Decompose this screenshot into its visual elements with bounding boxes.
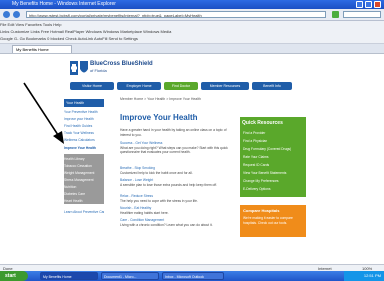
quick-resources-header: Quick Resources xyxy=(242,120,283,126)
sidebar-subitem[interactable]: Nutrition xyxy=(64,185,104,189)
section-text: Customized help to kick the habit once a… xyxy=(120,170,193,175)
topnav-item[interactable]: Benefit Info xyxy=(252,82,292,90)
links-bar[interactable]: Links Customize Links Free Hotmail RealP… xyxy=(0,28,384,35)
maximize-button[interactable] xyxy=(365,1,372,8)
sidebar-item[interactable]: Learn About Preventive Care xyxy=(64,210,104,214)
sidebar-item[interactable]: Wellness Calculators xyxy=(64,138,104,142)
section-block: Nourish - Eat Healthy Healthier eating h… xyxy=(120,206,230,215)
go-icon[interactable] xyxy=(332,11,339,18)
section-block: Relax - Reduce Stress The help you need … xyxy=(120,194,230,203)
sidebar-item[interactable]: Your Preventive Health xyxy=(64,110,104,114)
sidebar-item[interactable]: Improve your Health xyxy=(64,117,104,121)
sidebar-subitem[interactable]: Weight Management xyxy=(64,171,104,175)
section-text: Healthier eating habits start here. xyxy=(120,210,169,215)
windows-taskbar: start My Benefits Home Document1 - Micro… xyxy=(0,271,384,281)
section-block: Breathe - Stop Smoking Customized help t… xyxy=(120,166,230,175)
sidebar-item-active[interactable]: Improve Your Health xyxy=(64,146,104,150)
brand-name: BlueCross BlueShield xyxy=(90,61,153,67)
quick-resource-link[interactable]: Drug Formulary (Covered Drugs) xyxy=(243,147,291,151)
compare-hospitals-panel[interactable]: Compare Hospitals We're making it easier… xyxy=(240,205,306,237)
tab-row: My Benefits Home xyxy=(0,44,384,54)
tab-my-benefits[interactable]: My Benefits Home xyxy=(12,45,72,53)
search-input[interactable] xyxy=(343,11,381,18)
sidebar-item[interactable]: Track Your Wellness xyxy=(64,131,104,135)
topnav-item[interactable]: Member Resources xyxy=(201,82,249,90)
cross-shield-icon xyxy=(70,61,88,75)
compare-text: We're making it easier to compare hospit… xyxy=(243,216,293,225)
start-button[interactable]: start xyxy=(0,271,28,281)
taskbar-item[interactable]: Inbox - Microsoft Outlook xyxy=(162,272,224,280)
section-text: The help you need to cope with the stres… xyxy=(120,198,198,203)
back-icon[interactable] xyxy=(3,11,10,18)
intro-text: Have a greater hand in your health by ta… xyxy=(120,128,227,137)
close-button[interactable] xyxy=(374,1,381,8)
topnav-item[interactable]: Find Doctor xyxy=(164,82,198,90)
section-text: A sensible plan to lose those extra poun… xyxy=(120,182,218,187)
sidebar-subitem[interactable]: Health Library xyxy=(64,157,104,161)
compare-header: Compare Hospitals xyxy=(243,208,280,213)
google-toolbar[interactable]: Google G- Go Bookmarks 0 blocked Check A… xyxy=(0,35,384,44)
quick-resources-panel: Quick Resources Find a Provider Find a P… xyxy=(240,117,306,197)
section-text: What are you doing right? What steps can… xyxy=(120,145,228,155)
window-title: My Benefits Home - Windows Internet Expl… xyxy=(12,1,116,7)
section-block: Care - Condition Management Living with … xyxy=(120,218,230,227)
quick-resource-link[interactable]: View Your Benefit Statements xyxy=(243,171,286,175)
forward-icon[interactable] xyxy=(13,11,20,18)
bcbs-logo: BlueCross BlueShield of Florida xyxy=(70,60,153,76)
sidebar-subitem[interactable]: Stress Management xyxy=(64,178,104,182)
sidebar-item[interactable]: Find Health Guides xyxy=(64,124,104,128)
minimize-button[interactable] xyxy=(356,1,363,8)
topnav-item[interactable]: Visitor Home xyxy=(70,82,114,90)
quick-resource-link[interactable]: Request ID Cards xyxy=(243,163,269,167)
menu-bar[interactable]: File Edit View Favorites Tools Help xyxy=(0,21,384,28)
window-title-bar: My Benefits Home - Windows Internet Expl… xyxy=(0,0,384,9)
quick-resource-link[interactable]: Change My Preferences xyxy=(243,179,279,183)
taskbar-item[interactable]: My Benefits Home xyxy=(40,272,98,280)
address-input[interactable]: http://www.rstest.bcbsfl.com/portal/priv… xyxy=(26,11,326,18)
sidebar-subitem[interactable]: Tobacco Cessation xyxy=(64,164,104,168)
sidebar-header: Your Health xyxy=(64,99,104,107)
quick-resource-link[interactable]: Find a Provider xyxy=(243,131,265,135)
left-sidebar: Your Health Your Preventive Health Impro… xyxy=(62,97,104,250)
section-block: Success - Get Your Wellness What are you… xyxy=(120,141,230,155)
quick-resource-link[interactable]: E-Delivery Options xyxy=(243,187,270,191)
breadcrumb[interactable]: Member Home > Your Health > Improve Your… xyxy=(120,97,230,101)
brand-subname: of Florida xyxy=(90,68,107,73)
address-bar-row: http://www.rstest.bcbsfl.com/portal/priv… xyxy=(0,9,384,21)
sidebar-subitem[interactable]: Heart Health xyxy=(64,199,104,203)
quick-resource-link[interactable]: Find a Physician xyxy=(243,139,267,143)
sidebar-subitem[interactable]: Diabetes Care xyxy=(64,192,104,196)
section-block: Balance - Lose Weight A sensible plan to… xyxy=(120,178,230,187)
top-navigation: Visitor Home Employer Home Find Doctor M… xyxy=(70,82,320,90)
topnav-item[interactable]: Employer Home xyxy=(117,82,161,90)
section-text: Living with a chronic condition? Learn w… xyxy=(120,222,213,227)
system-tray-clock[interactable]: 12:51 PM xyxy=(344,271,384,281)
quick-resource-link[interactable]: Rate Your Claims xyxy=(243,155,268,159)
page-title: Improve Your Health xyxy=(120,113,198,122)
taskbar-item[interactable]: Document1 - Micro... xyxy=(101,272,159,280)
